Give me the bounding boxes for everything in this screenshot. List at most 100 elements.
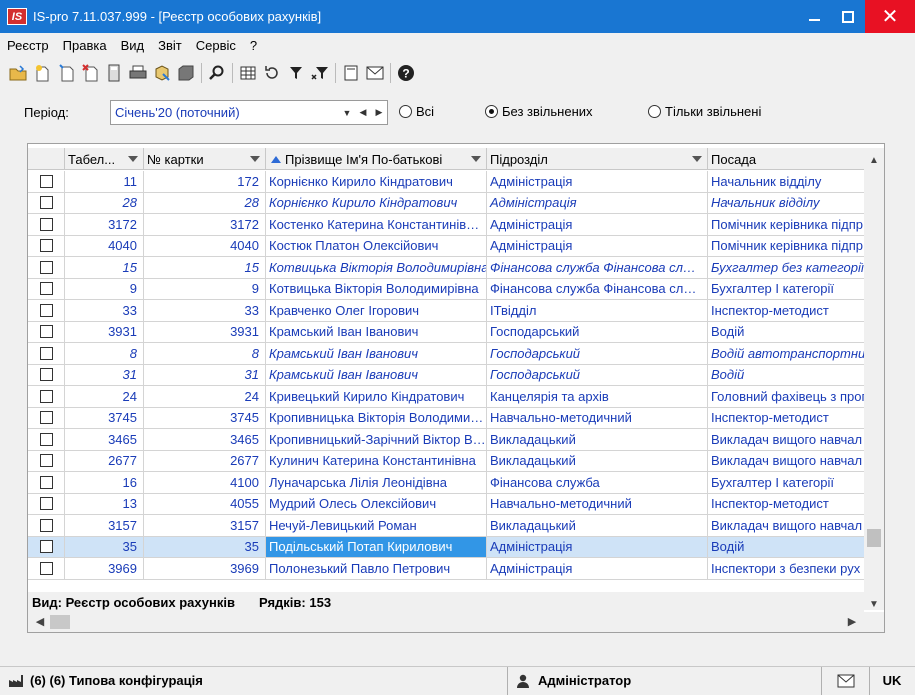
scroll-right-icon[interactable]: ▶ — [842, 612, 862, 632]
table-row[interactable]: 35 35 Подільський Потап Кирилович Адміністр… — [28, 536, 864, 558]
row-checkbox-cell[interactable] — [28, 300, 65, 321]
mail-status-icon[interactable] — [822, 666, 870, 695]
radio-circle[interactable] — [485, 105, 498, 118]
row-checkbox-cell[interactable] — [28, 343, 65, 364]
row-checkbox[interactable] — [39, 260, 53, 274]
row-checkbox[interactable] — [39, 540, 53, 554]
column-header-tab[interactable]: Табел... — [65, 148, 144, 170]
row-checkbox-cell[interactable] — [28, 558, 65, 579]
row-checkbox[interactable] — [39, 518, 53, 532]
new-doc-icon[interactable] — [30, 61, 54, 85]
row-checkbox-cell[interactable] — [28, 364, 65, 385]
open-folder-icon[interactable] — [6, 61, 30, 85]
scroll-up-icon[interactable]: ▲ — [864, 152, 884, 170]
menu-edit[interactable]: Правка — [56, 38, 114, 53]
table-row[interactable]: 13 4055 Мудрий Олесь Олексійович Навчально-… — [28, 493, 864, 515]
help-icon[interactable]: ? — [394, 61, 418, 85]
row-checkbox-cell[interactable] — [28, 278, 65, 299]
export-icon[interactable] — [150, 61, 174, 85]
row-checkbox-cell[interactable] — [28, 536, 65, 557]
row-checkbox-cell[interactable] — [28, 493, 65, 514]
row-checkbox[interactable] — [39, 325, 53, 339]
table-row[interactable]: 3745 3745 Кропивницька Вікторія Володими… Н… — [28, 407, 864, 429]
menu-service[interactable]: Сервіс — [189, 38, 243, 53]
row-checkbox[interactable] — [39, 432, 53, 446]
table-row[interactable]: 2677 2677 Кулинич Катерина Константинівна В… — [28, 450, 864, 472]
card-icon[interactable] — [339, 61, 363, 85]
next-arrow-icon[interactable]: ▶ — [371, 107, 387, 118]
row-checkbox[interactable] — [39, 217, 53, 231]
vertical-scrollbar[interactable]: ▲ ▼ — [864, 148, 884, 610]
row-checkbox-cell[interactable] — [28, 386, 65, 407]
table-row[interactable]: 15 15 Котвицька Вікторія Володимирівна Фіна… — [28, 257, 864, 279]
close-button[interactable]: ✕ — [865, 0, 915, 33]
table-row[interactable]: 3931 3931 Крамський Іван Іванович Господарс… — [28, 321, 864, 343]
radio-only-dismissed[interactable]: Тільки звільнені — [648, 104, 761, 119]
table-row[interactable]: 3157 3157 Нечуй-Левицький Роман Викладацьки… — [28, 515, 864, 537]
filter-clear-icon[interactable] — [308, 61, 332, 85]
menu-help[interactable]: ? — [243, 38, 264, 53]
maximize-button[interactable] — [831, 0, 865, 33]
row-checkbox-cell[interactable] — [28, 192, 65, 213]
column-header-check[interactable] — [28, 148, 65, 170]
search-icon[interactable] — [205, 61, 229, 85]
row-checkbox[interactable] — [39, 282, 53, 296]
row-checkbox[interactable] — [39, 368, 53, 382]
table-row[interactable]: 31 31 Крамський Іван Іванович Господарський… — [28, 364, 864, 386]
row-checkbox[interactable] — [39, 411, 53, 425]
row-checkbox-cell[interactable] — [28, 450, 65, 471]
block-icon[interactable] — [174, 61, 198, 85]
column-header-card[interactable]: № картки — [144, 148, 266, 170]
table-row[interactable]: 3172 3172 Костенко Катерина Константинів… А… — [28, 214, 864, 236]
radio-without-dismissed[interactable]: Без звільнених — [485, 104, 593, 119]
row-checkbox[interactable] — [39, 561, 53, 575]
row-checkbox[interactable] — [39, 174, 53, 188]
column-header-name[interactable]: Прізвище Ім'я По-батькові — [266, 148, 487, 170]
row-checkbox[interactable] — [39, 475, 53, 489]
radio-circle[interactable] — [648, 105, 661, 118]
radio-all[interactable]: Всі — [399, 104, 434, 119]
table-row[interactable]: 3969 3969 Полонезький Павло Петрович Адміні… — [28, 558, 864, 580]
print-icon[interactable] — [126, 61, 150, 85]
table-row[interactable]: 9 9 Котвицька Вікторія Володимирівна Фінанс… — [28, 278, 864, 300]
row-checkbox-cell[interactable] — [28, 472, 65, 493]
row-checkbox-cell[interactable] — [28, 257, 65, 278]
row-checkbox-cell[interactable] — [28, 407, 65, 428]
filter-icon[interactable] — [284, 61, 308, 85]
table-row[interactable]: 3465 3465 Кропивницький-Зарічний Віктор В…… — [28, 429, 864, 451]
menu-view[interactable]: Вид — [114, 38, 152, 53]
menu-report[interactable]: Звіт — [151, 38, 189, 53]
row-checkbox-cell[interactable] — [28, 235, 65, 256]
scroll-thumb[interactable] — [867, 529, 881, 547]
row-checkbox[interactable] — [39, 389, 53, 403]
row-checkbox-cell[interactable] — [28, 321, 65, 342]
row-checkbox[interactable] — [39, 196, 53, 210]
table-row[interactable]: 28 28 Корнієнко Кирило Кіндратович Адмініст… — [28, 192, 864, 214]
horizontal-scrollbar[interactable]: ◀ ▶ — [28, 612, 884, 632]
column-header-position[interactable]: Посада — [708, 148, 864, 170]
mail-icon[interactable] — [363, 61, 387, 85]
period-select[interactable]: Січень'20 (поточний) ▼ ◀ ▶ — [110, 100, 388, 125]
scroll-left-icon[interactable]: ◀ — [30, 612, 50, 632]
table-row[interactable]: 24 24 Кривецький Кирило Кіндратович Канцеля… — [28, 386, 864, 408]
menu-registry[interactable]: Реєстр — [0, 38, 56, 53]
row-checkbox[interactable] — [39, 303, 53, 317]
radio-circle[interactable] — [399, 105, 412, 118]
row-checkbox[interactable] — [39, 454, 53, 468]
copy-doc-icon[interactable] — [54, 61, 78, 85]
dropdown-arrow-icon[interactable]: ▼ — [339, 108, 355, 118]
row-checkbox[interactable] — [39, 239, 53, 253]
table-row[interactable]: 8 8 Крамський Іван Іванович Господарський Во… — [28, 343, 864, 365]
refresh-icon[interactable] — [260, 61, 284, 85]
table-row[interactable]: 16 4100 Луначарська Лілія Леонідівна Фінанс… — [28, 472, 864, 494]
table-row[interactable]: 33 33 Кравченко Олег Ігорович ІТвідділ Інспе… — [28, 300, 864, 322]
scroll-thumb[interactable] — [50, 615, 70, 629]
table-row[interactable]: 4040 4040 Костюк Платон Олексійович Адмініс… — [28, 235, 864, 257]
row-checkbox-cell[interactable] — [28, 171, 65, 192]
calculator-icon[interactable] — [102, 61, 126, 85]
table-row[interactable]: 11 172 Корнієнко Кирило Кіндратович Адмініс… — [28, 171, 864, 193]
row-checkbox-cell[interactable] — [28, 214, 65, 235]
row-checkbox[interactable] — [39, 497, 53, 511]
delete-doc-icon[interactable] — [78, 61, 102, 85]
minimize-button[interactable] — [797, 0, 831, 33]
